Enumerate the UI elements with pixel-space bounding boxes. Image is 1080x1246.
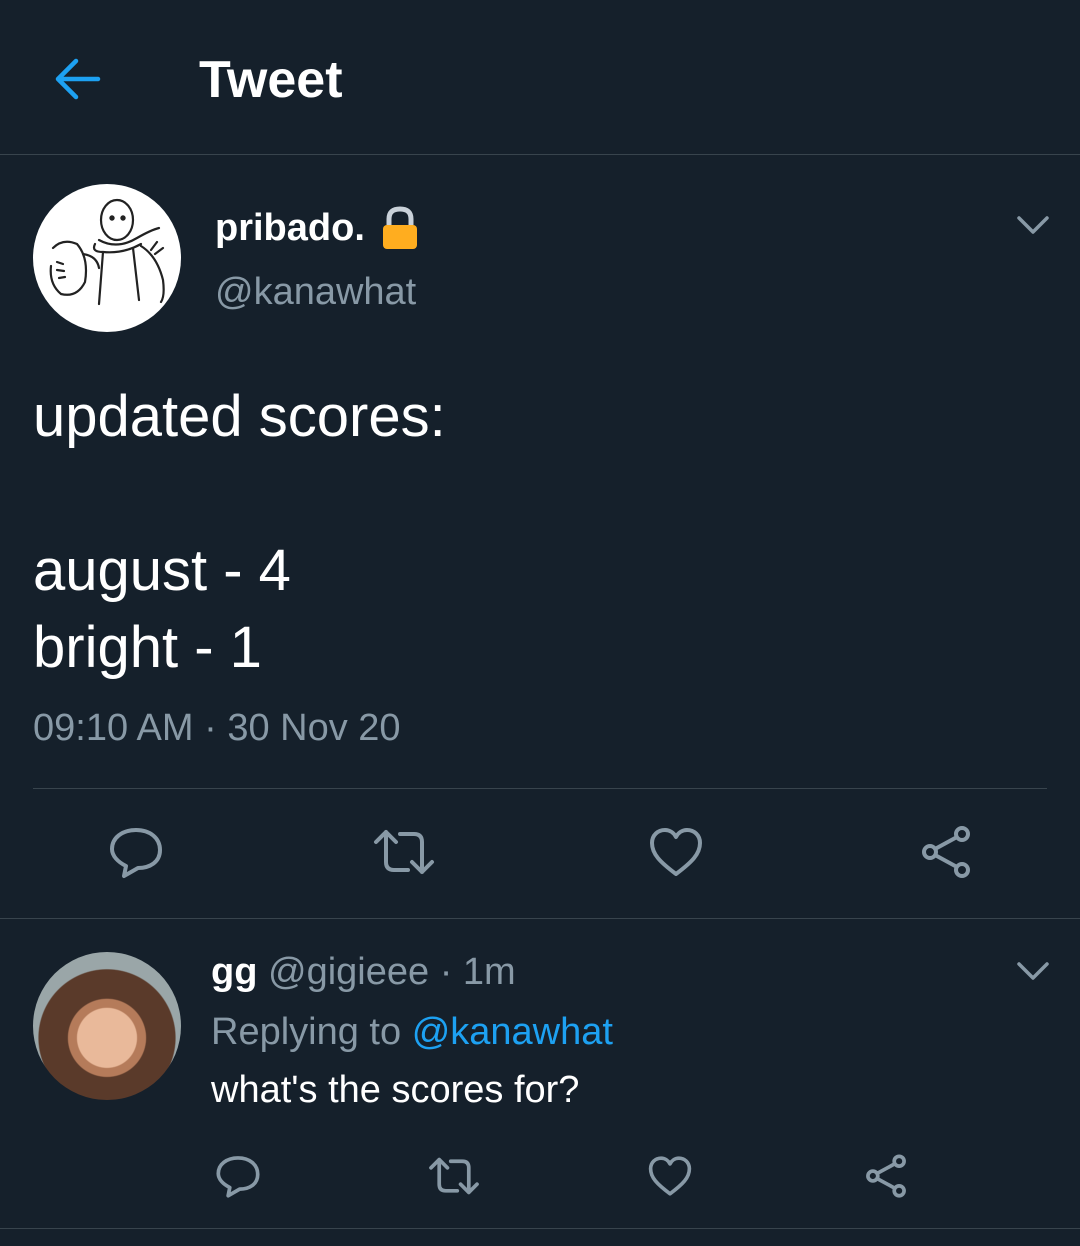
like-icon [648,1156,692,1196]
retweet-button[interactable] [372,820,436,884]
divider [0,918,1080,919]
arrow-left-icon [55,58,101,100]
like-icon [650,828,702,876]
reply-icon [110,828,162,878]
sketch-avatar-image [49,198,165,306]
reply-reply-button[interactable] [206,1144,270,1208]
author-handle[interactable]: @kanawhat [215,270,416,314]
tweet-detail-screen: Tweet pribado. @kanawhat updated scores:… [0,0,1080,1246]
reply-share-button[interactable] [854,1144,918,1208]
retweet-icon [374,830,434,874]
like-button[interactable] [644,820,708,884]
divider [33,788,1047,789]
reply-like-button[interactable] [638,1144,702,1208]
tweet-menu-button[interactable] [1016,214,1050,236]
divider [0,1228,1080,1229]
tweet-author-name[interactable]: pribado. [215,205,421,251]
reply-avatar[interactable] [33,952,181,1100]
share-icon [922,826,970,878]
share-button[interactable] [914,820,978,884]
lock-icon [379,205,421,251]
tweet-timestamp: 09:10 AM · 30 Nov 20 [33,704,401,752]
meta-separator: · [204,707,217,749]
tweet-time: 09:10 AM [33,707,194,749]
reply-icon [216,1156,260,1198]
back-button[interactable] [50,52,104,106]
share-icon [866,1154,906,1198]
top-bar: Tweet [0,0,1080,155]
reply-text: what's the scores for? [211,1069,580,1111]
retweet-icon [429,1157,479,1195]
meta-separator: · [439,951,453,993]
reply-button[interactable] [104,820,168,884]
page-title: Tweet [199,51,343,109]
reply-author-name[interactable]: gg [211,951,257,993]
author-display-name: pribado. [215,207,365,249]
reply-retweet-button[interactable] [422,1144,486,1208]
reply-age: 1m [462,951,516,993]
tweet-date: 30 Nov 20 [227,707,401,749]
replying-to: Replying to @kanawhat [211,1008,613,1056]
reply-menu-button[interactable] [1016,960,1050,982]
reply-author-handle[interactable]: @gigieee [268,951,429,993]
chevron-down-icon [1017,216,1049,234]
avatar[interactable] [33,184,181,332]
replying-prefix: Replying to [211,1011,402,1053]
mention-link[interactable]: @kanawhat [412,1011,613,1053]
tweet-text: updated scores: august - 4 bright - 1 [33,384,446,680]
chevron-down-icon [1017,962,1049,980]
reply-header: gg @gigieee · 1m [211,948,516,996]
